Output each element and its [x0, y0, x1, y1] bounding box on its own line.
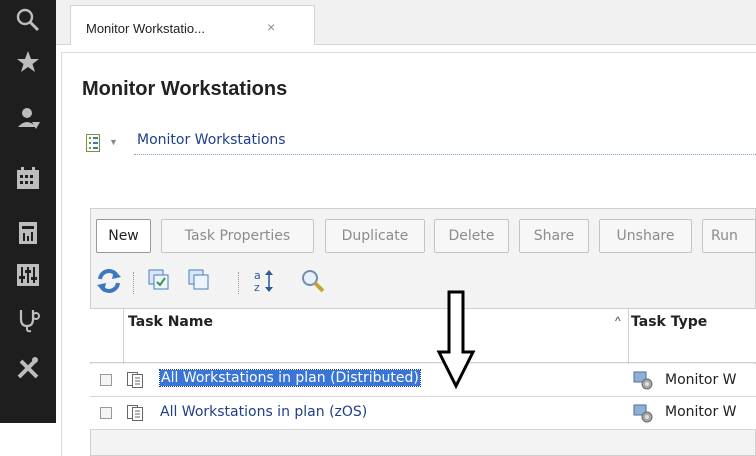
toolbar-separator	[133, 272, 134, 294]
monitor-task-icon	[633, 370, 653, 395]
sort-asc-icon[interactable]: ^	[615, 314, 621, 328]
stethoscope-icon[interactable]	[0, 300, 56, 340]
task-document-icon	[127, 372, 145, 393]
breadcrumb-divider	[134, 154, 756, 155]
task-type-cell: Monitor W	[665, 404, 737, 420]
refresh-icon[interactable]	[96, 268, 122, 299]
breadcrumb[interactable]: Monitor Workstations	[137, 132, 286, 148]
column-header-task-type[interactable]: Task Type	[631, 314, 707, 330]
run-button[interactable]: Run	[702, 219, 756, 253]
row-checkbox[interactable]	[100, 374, 112, 386]
tab-monitor-workstations[interactable]: Monitor Workstatio... ×	[70, 5, 315, 45]
task-type-cell: Monitor W	[665, 372, 737, 388]
star-icon[interactable]	[0, 42, 56, 82]
sliders-icon[interactable]	[0, 255, 56, 295]
task-list-icon[interactable]	[86, 134, 100, 157]
duplicate-button[interactable]: Duplicate	[325, 219, 425, 253]
monitor-task-icon	[633, 403, 653, 428]
deselect-all-icon[interactable]	[187, 268, 211, 297]
select-all-icon[interactable]	[147, 268, 171, 297]
search-icon[interactable]	[0, 0, 56, 40]
share-button[interactable]: Share	[519, 219, 589, 253]
row-checkbox[interactable]	[100, 407, 112, 419]
sort-icon[interactable]: az	[253, 268, 279, 299]
tools-icon[interactable]	[0, 348, 56, 388]
close-icon[interactable]: ×	[267, 19, 275, 35]
tab-strip: Monitor Workstatio... ×	[56, 0, 756, 45]
new-button[interactable]: New	[96, 219, 151, 253]
search-icon[interactable]	[300, 268, 326, 299]
task-name-link[interactable]: All Workstations in plan (zOS)	[160, 404, 367, 420]
page-title: Monitor Workstations	[82, 78, 288, 100]
delete-button[interactable]: Delete	[434, 219, 509, 253]
user-icon[interactable]	[0, 98, 56, 138]
report-icon[interactable]	[0, 213, 56, 253]
column-header-task-name[interactable]: Task Name	[128, 314, 213, 330]
task-document-icon	[127, 405, 145, 426]
down-arrow-annotation	[436, 290, 476, 395]
tab-label: Monitor Workstatio...	[86, 21, 205, 36]
task-name-link[interactable]: All Workstations in plan (Distributed)	[159, 369, 421, 387]
svg-text:z: z	[254, 281, 260, 294]
chevron-down-icon[interactable]: ▼	[109, 137, 118, 147]
left-sidebar	[0, 0, 56, 423]
task-properties-button[interactable]: Task Properties	[161, 219, 314, 253]
toolbar-separator	[238, 272, 239, 294]
calendar-icon[interactable]	[0, 158, 56, 198]
unshare-button[interactable]: Unshare	[599, 219, 692, 253]
